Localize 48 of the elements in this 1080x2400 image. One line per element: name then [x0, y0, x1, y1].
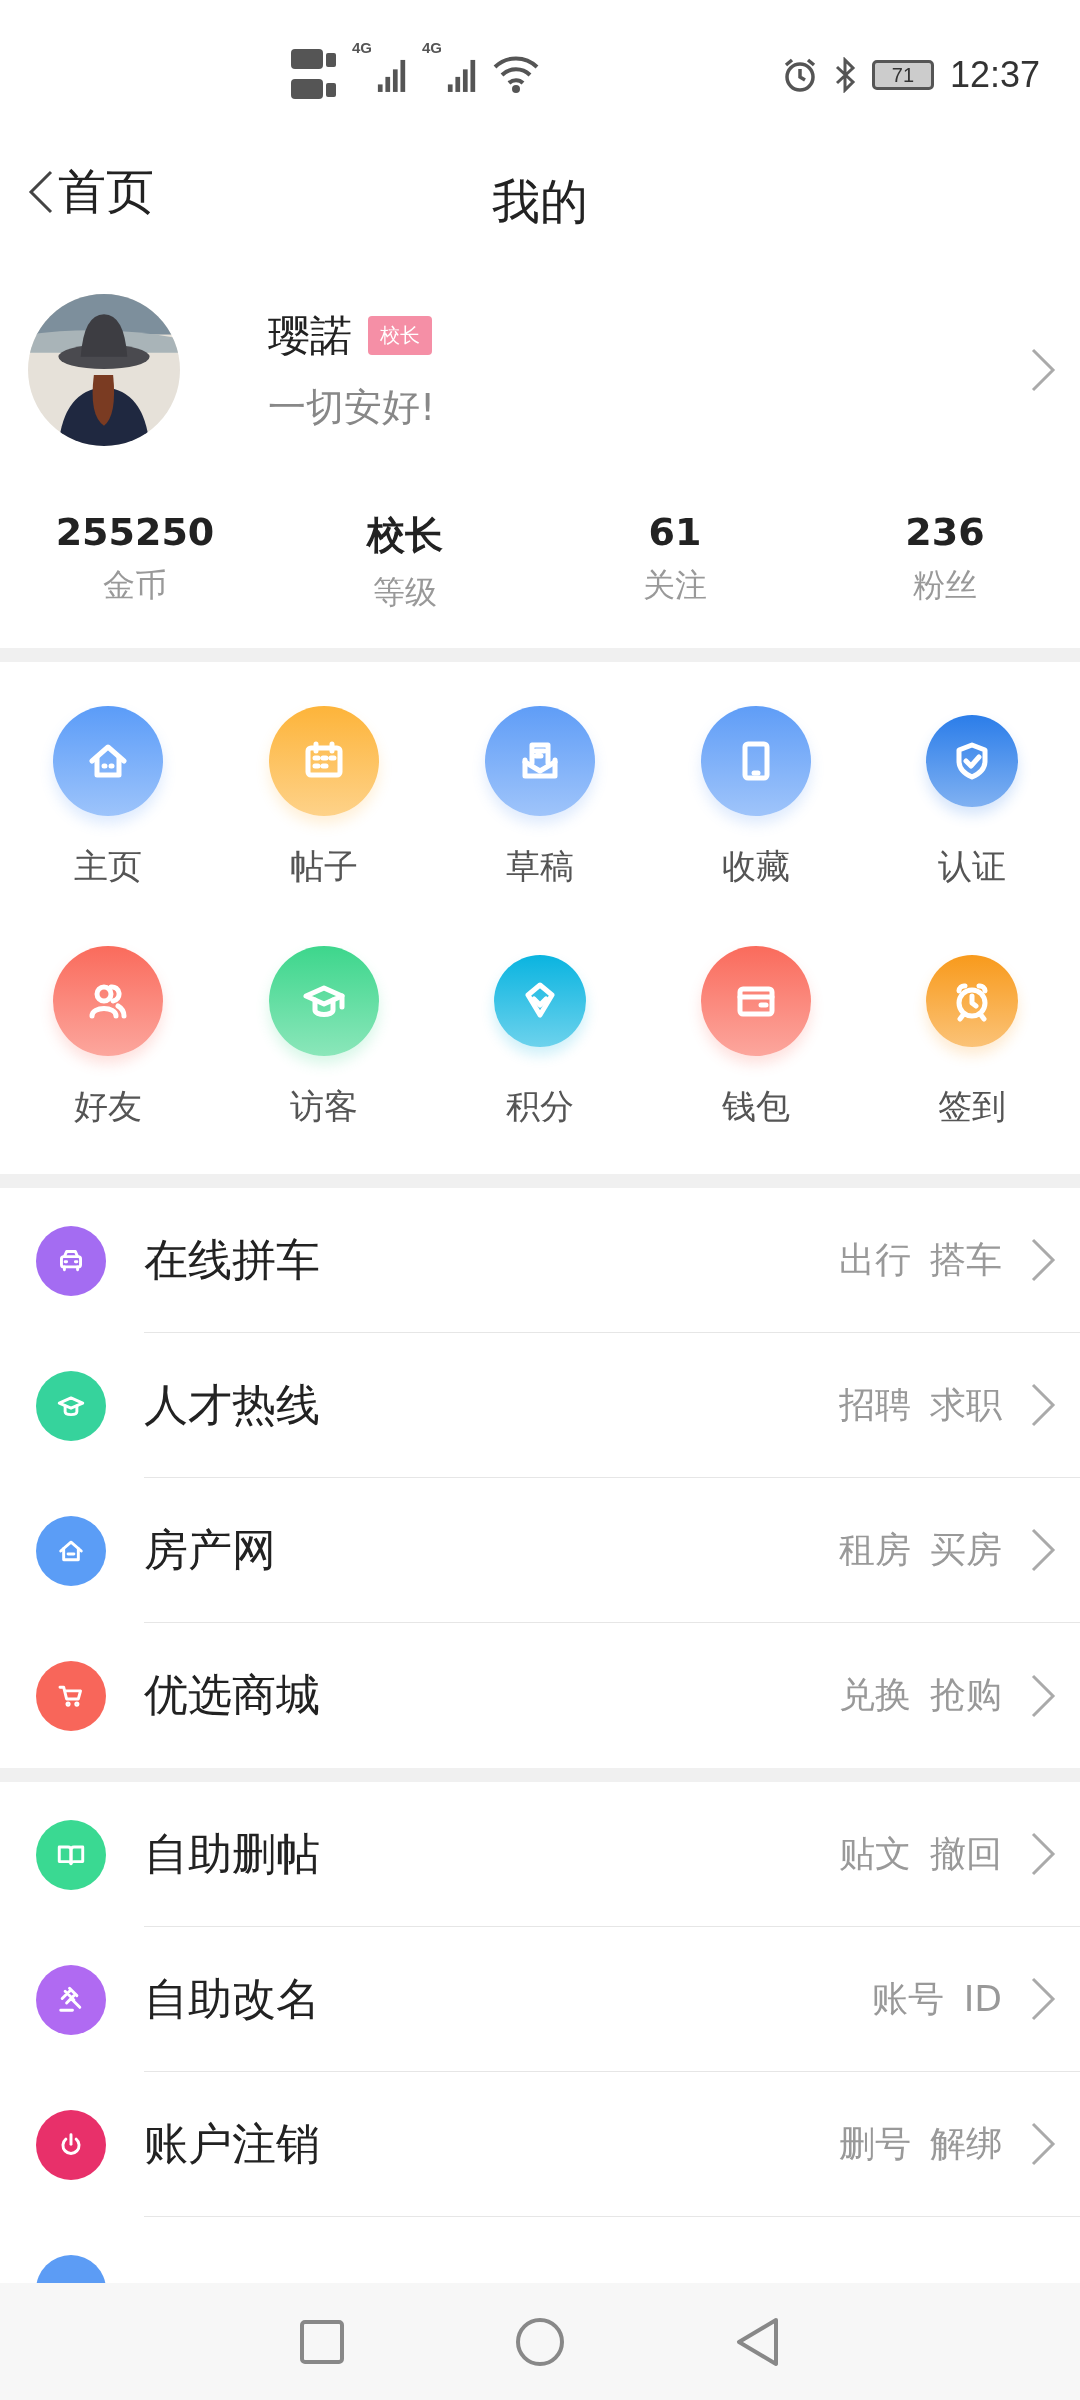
shortcut-button[interactable]: 签到 — [864, 946, 1080, 1130]
battery-icon: 71 — [871, 60, 934, 90]
shortcut-button[interactable]: 帖子 — [216, 706, 432, 890]
network-type: 4G — [422, 39, 443, 56]
menu-tags: 删号 解绑 — [838, 2119, 1002, 2169]
page-title: 我的 — [492, 172, 588, 231]
menu-row[interactable]: 在线拼车 出行 搭车 — [144, 1188, 1080, 1333]
back-button[interactable]: 首页 — [28, 160, 154, 224]
stat-value: 校长 — [367, 512, 443, 559]
menu-title: 房产网 — [144, 1522, 277, 1577]
shortcut-button[interactable]: 好友 — [0, 946, 216, 1130]
shortcut-button[interactable]: 访客 — [216, 946, 432, 1130]
user-motto: 一切安好! — [268, 383, 437, 431]
shortcut-button[interactable]: 草稿 — [432, 706, 648, 890]
stat-label: 粉丝 — [913, 565, 977, 606]
menu-title: 人才热线 — [144, 1377, 321, 1432]
menu-row[interactable]: 自助删帖 贴文 撤回 — [144, 1782, 1080, 1927]
user-name: 璎諾 — [268, 309, 352, 362]
menu-row[interactable]: 账户注销 删号 解绑 — [144, 2072, 1080, 2217]
menu-row[interactable]: 房产网 租房 买房 — [144, 1478, 1080, 1623]
shortcut-button[interactable]: 主页 — [0, 706, 216, 890]
rank-badge: 校长 — [368, 316, 432, 355]
menu-tags: 兑换 抢购 — [838, 1671, 1002, 1720]
menu-tags: 租房 买房 — [838, 1525, 1002, 1575]
menu-tags: 出行 搭车 — [838, 1235, 1002, 1285]
shortcut-button[interactable]: 认证 — [864, 706, 1080, 890]
menu-row[interactable]: 人才热线 招聘 求职 — [144, 1333, 1080, 1478]
stat-label: 关注 — [643, 565, 707, 606]
stat-value: 61 — [648, 510, 702, 554]
stat-label: 金币 — [103, 565, 167, 606]
shortcut-button[interactable]: 收藏 — [648, 706, 864, 890]
menu-tags: 账号 ID — [872, 1974, 1002, 2024]
shortcut-button[interactable]: 积分 — [432, 946, 648, 1130]
menu-row[interactable]: 自助改名 账号 ID — [144, 1927, 1080, 2072]
network-type: 4G — [352, 39, 372, 56]
menu-title: 自助删帖 — [144, 1826, 321, 1881]
stat-value: 255250 — [55, 510, 215, 554]
shortcut-button[interactable]: 钱包 — [648, 946, 864, 1130]
menu-tags: 招聘 求职 — [838, 1380, 1002, 1430]
menu-title: 自助改名 — [144, 1971, 321, 2026]
menu-title: 在线拼车 — [144, 1232, 321, 1287]
menu-row[interactable]: 优选商城 兑换 抢购 — [144, 1623, 1080, 1768]
menu-title: 优选商城 — [144, 1668, 321, 1722]
menu-title: 账户注销 — [144, 2116, 321, 2171]
stat-label: 等级 — [373, 572, 437, 613]
clock-time: 12:37 — [949, 54, 1040, 96]
stat-value: 236 — [905, 510, 985, 554]
menu-tags: 贴文 撤回 — [838, 1829, 1002, 1879]
